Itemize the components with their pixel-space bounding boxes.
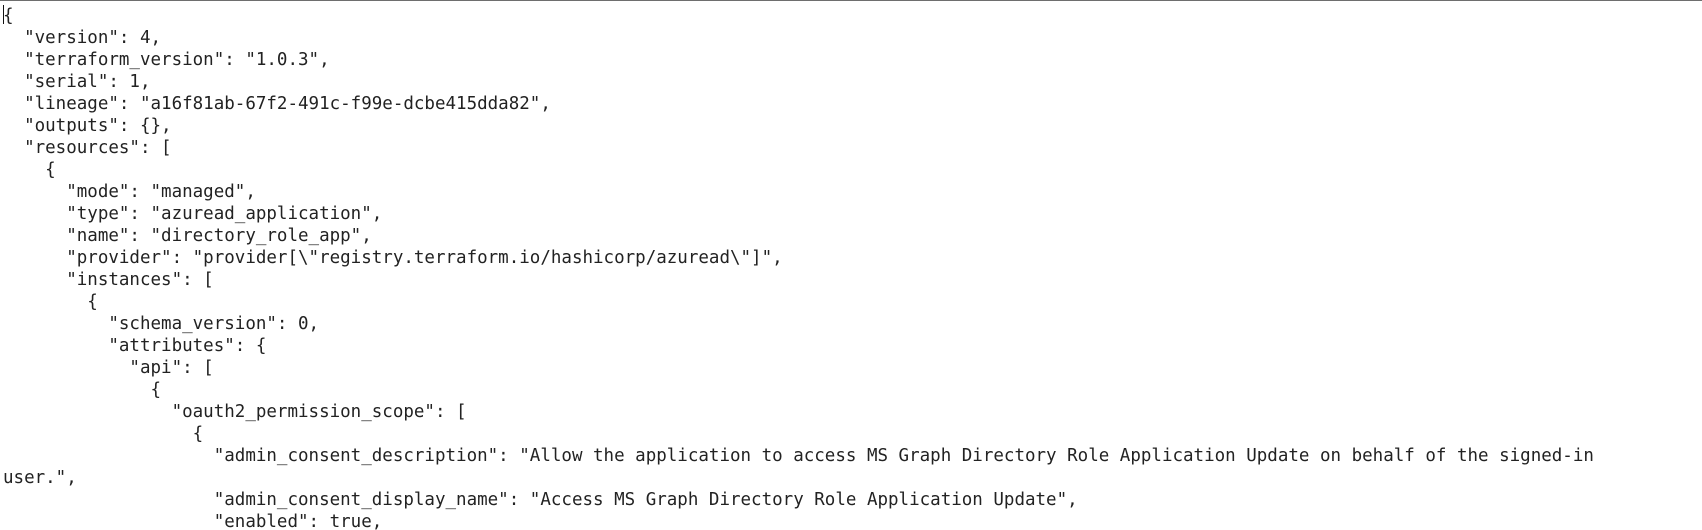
code-line-6: "outputs": {},: [3, 116, 172, 136]
json-content[interactable]: { "version": 4, "terraform_version": "1.…: [0, 1, 1702, 530]
code-line-20: {: [3, 424, 204, 444]
code-line-9: "mode": "managed",: [3, 182, 256, 202]
text-viewer[interactable]: { "version": 4, "terraform_version": "1.…: [0, 0, 1702, 530]
code-line-22: "admin_consent_display_name": "Access MS…: [3, 490, 1078, 510]
code-line-11: "name": "directory_role_app",: [3, 226, 372, 246]
code-line-5: "lineage": "a16f81ab-67f2-491c-f99e-dcbe…: [3, 94, 551, 114]
code-line-21: "admin_consent_description": "Allow the …: [3, 446, 1594, 466]
code-line-23: "enabled": true,: [3, 512, 383, 530]
code-line-21-wrap: user.",: [3, 468, 77, 488]
code-line-2: "version": 4,: [3, 28, 162, 48]
code-line-17: "api": [: [3, 358, 214, 378]
code-line-13: "instances": [: [3, 270, 214, 290]
code-line-12: "provider": "provider[\"registry.terrafo…: [3, 248, 783, 268]
code-line-3: "terraform_version": "1.0.3",: [3, 50, 330, 70]
code-line-4: "serial": 1,: [3, 72, 151, 92]
code-line-18: {: [3, 380, 162, 400]
code-line-8: {: [3, 160, 56, 180]
code-line-7: "resources": [: [3, 138, 172, 158]
code-line-16: "attributes": {: [3, 336, 267, 356]
code-line-15: "schema_version": 0,: [3, 314, 320, 334]
code-line-1: {: [3, 5, 14, 26]
code-line-19: "oauth2_permission_scope": [: [3, 402, 467, 422]
code-line-14: {: [3, 292, 98, 312]
code-line-10: "type": "azuread_application",: [3, 204, 383, 224]
